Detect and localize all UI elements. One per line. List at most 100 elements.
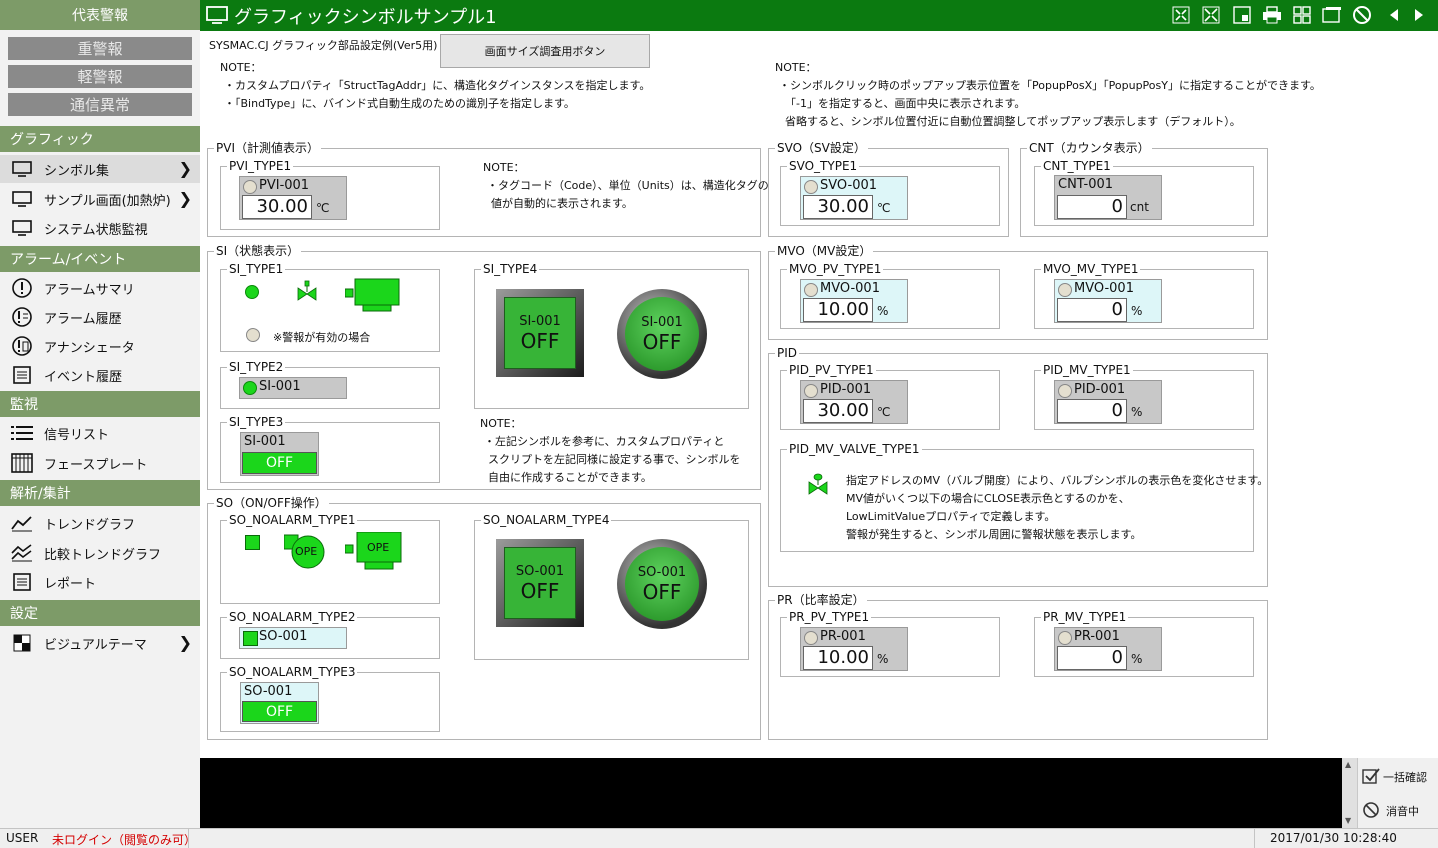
pid-mv-tag[interactable]: PID-001 0 % <box>1054 380 1162 424</box>
pr-pv-tag[interactable]: PR-001 10.00 % <box>800 627 908 671</box>
user-label: USER <box>6 831 39 845</box>
cnt-tag[interactable]: CNT-001 0 cnt <box>1054 175 1162 220</box>
motor-icon[interactable] <box>344 277 401 316</box>
group-legend: SVO（SV設定） <box>775 141 868 155</box>
sidebar-item-event-history[interactable]: イベント履歴 <box>0 361 200 389</box>
si-note: NOTE： ・左記シンボルを参考に、カスタムプロパティと スクリプトを左記同様に… <box>480 415 741 487</box>
window-icon[interactable] <box>1231 4 1253 26</box>
pvi-tag[interactable]: PVI-001 30.00 ℃ <box>239 176 347 220</box>
mvo-pv-tag[interactable]: MVO-001 10.00 % <box>800 279 908 323</box>
sidebar-item-annunciator[interactable]: アナンシェータ <box>0 332 200 360</box>
value-display: 30.00 <box>242 195 312 219</box>
comm-error-button[interactable]: 通信異常 <box>8 93 192 116</box>
so-type2-tag[interactable]: SO-001 <box>239 627 347 649</box>
unit-label: % <box>1131 405 1143 419</box>
valve-icon[interactable] <box>297 280 317 307</box>
value-input[interactable]: 0 <box>1057 298 1127 322</box>
sidebar-item-label: ビジュアルテーマ <box>44 637 147 653</box>
ope-label: OPE <box>295 545 318 558</box>
valve-icon[interactable] <box>808 473 828 500</box>
checkbox-icon <box>1362 767 1380 788</box>
next-arrow-icon[interactable] <box>1408 4 1430 26</box>
expand-icon[interactable] <box>1200 4 1222 26</box>
si-square-button[interactable]: SI-001 OFF <box>496 289 584 377</box>
no-entry-icon[interactable] <box>1351 4 1373 26</box>
pump-ope-button[interactable]: OPE <box>284 533 326 571</box>
window-min-icon[interactable] <box>1321 4 1343 26</box>
tag-name: CNT-001 <box>1058 177 1114 192</box>
sidebar-item-label: フェースプレート <box>44 457 148 473</box>
sidebar-item-trend[interactable]: トレンドグラフ <box>0 509 200 537</box>
unit-label: ℃ <box>316 201 330 215</box>
sidebar-item-visual-theme[interactable]: ビジュアルテーマ ❯ <box>0 629 200 657</box>
group-legend: PVI（計測値表示） <box>214 141 321 155</box>
note-line: スクリプトを左記同様に設定する事で、シンボルを <box>488 453 741 466</box>
alarm-lamp[interactable] <box>246 328 260 342</box>
si-type2-tag[interactable]: SI-001 <box>239 377 347 399</box>
minor-alarm-button[interactable]: 軽警報 <box>8 65 192 88</box>
button-state: OFF <box>642 579 682 604</box>
unit-label: ℃ <box>877 405 891 419</box>
value-input[interactable]: 30.00 <box>803 195 873 219</box>
svo-tag[interactable]: SVO-001 30.00 ℃ <box>800 176 908 220</box>
prev-arrow-icon[interactable] <box>1383 4 1405 26</box>
value-input[interactable]: 10.00 <box>803 298 873 322</box>
so-round-button[interactable]: SO-001 OFF <box>617 539 707 629</box>
login-status[interactable]: 未ログイン（閲覧のみ可） <box>52 831 196 848</box>
sidebar-item-symbols[interactable]: シンボル集 ❯ <box>0 155 200 183</box>
message-scrollbar[interactable]: ▲ ▼ <box>1342 758 1358 828</box>
mute-label: 消音中 <box>1386 805 1419 818</box>
sidebar-item-report[interactable]: レポート <box>0 568 200 596</box>
mute-button[interactable]: 消音中 <box>1362 798 1438 824</box>
status-lamp[interactable] <box>245 285 259 299</box>
print-icon[interactable] <box>1261 4 1283 26</box>
alarm-led <box>804 384 818 398</box>
si-round-button[interactable]: SI-001 OFF <box>617 289 707 379</box>
note-line: 「-1」を指定すると、画面中央に表示されます。 <box>785 97 1026 110</box>
group-legend: MVO_PV_TYPE1 <box>787 262 884 276</box>
motor-ope-button[interactable]: OPE <box>345 532 403 572</box>
ack-all-button[interactable]: 一括確認 <box>1362 764 1438 790</box>
scroll-up-icon[interactable]: ▲ <box>1345 760 1351 769</box>
scroll-down-icon[interactable]: ▼ <box>1345 816 1351 825</box>
button-tag: SI-001 <box>641 314 683 330</box>
section-graphics-header: グラフィック <box>0 126 200 152</box>
note-line: ・左記シンボルを参考に、カスタムプロパティと <box>484 435 725 448</box>
group-legend: SI_TYPE3 <box>227 415 286 429</box>
sidebar-item-compare-trend[interactable]: 比較トレンドグラフ <box>0 539 200 567</box>
switch-square[interactable] <box>245 535 260 550</box>
annunciator-icon <box>10 335 34 357</box>
pid-pv-tag[interactable]: PID-001 30.00 ℃ <box>800 380 908 424</box>
unit-label: ℃ <box>877 201 891 215</box>
group-legend: SVO_TYPE1 <box>787 159 860 173</box>
si-type3-tag[interactable]: SI-001 OFF <box>240 432 319 476</box>
fit-screen-icon[interactable] <box>1170 4 1192 26</box>
group-legend: SI_TYPE1 <box>227 262 286 276</box>
sidebar-item-signal-list[interactable]: 信号リスト <box>0 419 200 447</box>
group-legend: PID_PV_TYPE1 <box>787 363 876 377</box>
group-legend: PR_PV_TYPE1 <box>787 610 872 624</box>
sidebar-item-system-status[interactable]: システム状態監視 <box>0 214 200 242</box>
unit-label: % <box>877 304 889 318</box>
status-square <box>243 631 258 646</box>
major-alarm-button[interactable]: 重警報 <box>8 37 192 60</box>
pr-mv-tag[interactable]: PR-001 0 % <box>1054 627 1162 671</box>
layout-icon[interactable] <box>1291 4 1313 26</box>
sidebar-item-alarm-history[interactable]: アラーム履歴 <box>0 303 200 331</box>
message-side-panel: ▲ ▼ 一括確認 消音中 <box>1342 758 1438 828</box>
so-type3-tag[interactable]: SO-001 OFF <box>240 682 319 724</box>
group-legend: SI_TYPE4 <box>481 262 540 276</box>
group-legend: SI_TYPE2 <box>227 360 286 374</box>
note-line: 警報が発生すると、シンボル周囲に警報状態を表示します。 <box>846 528 1142 541</box>
group-legend: SO_NOALARM_TYPE4 <box>481 513 612 527</box>
sidebar-item-alarm-summary[interactable]: アラームサマリ <box>0 274 200 302</box>
unit-label: % <box>1131 304 1143 318</box>
unit-label: cnt <box>1130 200 1149 214</box>
monitor-icon <box>10 217 34 239</box>
group-legend: MVO（MV設定） <box>775 244 874 258</box>
sidebar-item-sample-furnace[interactable]: サンプル画面(加熱炉) ❯ <box>0 185 200 213</box>
sidebar-item-label: 比較トレンドグラフ <box>44 547 162 563</box>
sidebar-item-faceplate[interactable]: フェースプレート <box>0 449 200 477</box>
mvo-mv-tag[interactable]: MVO-001 0 % <box>1054 279 1162 323</box>
so-square-button[interactable]: SO-001 OFF <box>496 539 584 627</box>
